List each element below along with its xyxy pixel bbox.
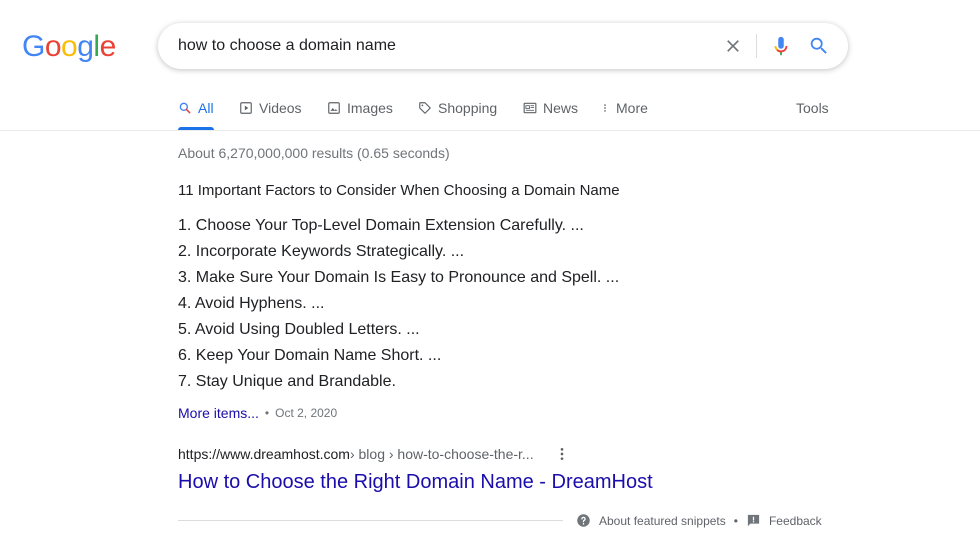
list-item: 5. Avoid Using Doubled Letters. ... (178, 321, 420, 338)
more-vert-icon (604, 104, 606, 112)
snippet-divider (178, 520, 563, 521)
result-url[interactable]: https://www.dreamhost.com › blog › how-t… (178, 446, 534, 462)
logo-letter: e (99, 30, 117, 63)
search-input[interactable]: how to choose a domain name (178, 37, 396, 55)
about-snippets-link[interactable]: About featured snippets (576, 513, 726, 528)
search-box[interactable]: how to choose a domain name (158, 23, 848, 69)
image-icon (328, 102, 340, 114)
tab-all[interactable]: All (178, 100, 214, 116)
result-options-icon[interactable] (554, 446, 570, 462)
snippet-more-row: More items... • Oct 2, 2020 (178, 405, 337, 421)
search-tabs: All Videos Images Shopping News More Too… (0, 92, 980, 131)
list-item: 4. Avoid Hyphens. ... (178, 295, 325, 312)
search-divider (756, 34, 757, 58)
tab-images[interactable]: Images (327, 100, 393, 116)
play-icon (240, 102, 252, 114)
feedback-icon (747, 514, 760, 527)
feedback-link[interactable]: Feedback (746, 513, 822, 528)
search-submit-icon[interactable] (808, 35, 830, 57)
news-icon (523, 102, 537, 114)
close-icon[interactable] (723, 36, 743, 56)
url-domain: https://www.dreamhost.com (178, 446, 350, 462)
help-icon (577, 514, 590, 527)
tab-news[interactable]: News (523, 100, 578, 116)
tag-icon (419, 102, 431, 114)
featured-snippet-title: 11 Important Factors to Consider When Ch… (178, 182, 620, 199)
tab-label: Shopping (438, 100, 498, 116)
snippet-date: Oct 2, 2020 (275, 406, 338, 420)
logo-letter: g (77, 30, 94, 63)
tab-videos[interactable]: Videos (239, 100, 302, 116)
tab-label: Images (347, 100, 393, 116)
url-path: › blog › how-to-choose-the-r... (349, 446, 534, 462)
about-label: About featured snippets (599, 513, 726, 528)
tab-label: Videos (259, 100, 302, 116)
tab-label: More (616, 100, 648, 116)
search-icon (179, 102, 191, 114)
result-stats: About 6,270,000,000 results (0.65 second… (178, 145, 450, 161)
logo-letter: o (61, 30, 78, 63)
tab-more[interactable]: More (600, 100, 648, 116)
active-tab-indicator (178, 127, 214, 130)
tab-label: All (198, 100, 214, 116)
list-item: 3. Make Sure Your Domain Is Easy to Pron… (178, 269, 620, 286)
list-item: 1. Choose Your Top-Level Domain Extensio… (178, 217, 584, 234)
list-item: 6. Keep Your Domain Name Short. ... (178, 347, 442, 364)
tab-label: News (543, 100, 579, 116)
featured-snippet-list: 1. Choose Your Top-Level Domain Extensio… (178, 213, 619, 395)
tab-shopping[interactable]: Shopping (418, 100, 497, 116)
list-item: 2. Incorporate Keywords Strategically. .… (178, 243, 465, 260)
feedback-label: Feedback (768, 513, 822, 528)
snippet-footer: About featured snippets • Feedback (576, 513, 822, 528)
more-items-link[interactable]: More items... (178, 405, 259, 421)
tools-button[interactable]: Tools (796, 100, 829, 116)
microphone-icon[interactable] (770, 35, 792, 57)
logo-letter: G (22, 30, 45, 63)
separator-dot: • (733, 513, 738, 528)
google-logo[interactable]: Google (22, 30, 116, 64)
result-title-link[interactable]: How to Choose the Right Domain Name - Dr… (178, 471, 653, 494)
list-item: 7. Stay Unique and Brandable. (178, 373, 396, 390)
logo-letter: o (44, 30, 62, 63)
separator-dot: • (264, 406, 270, 420)
